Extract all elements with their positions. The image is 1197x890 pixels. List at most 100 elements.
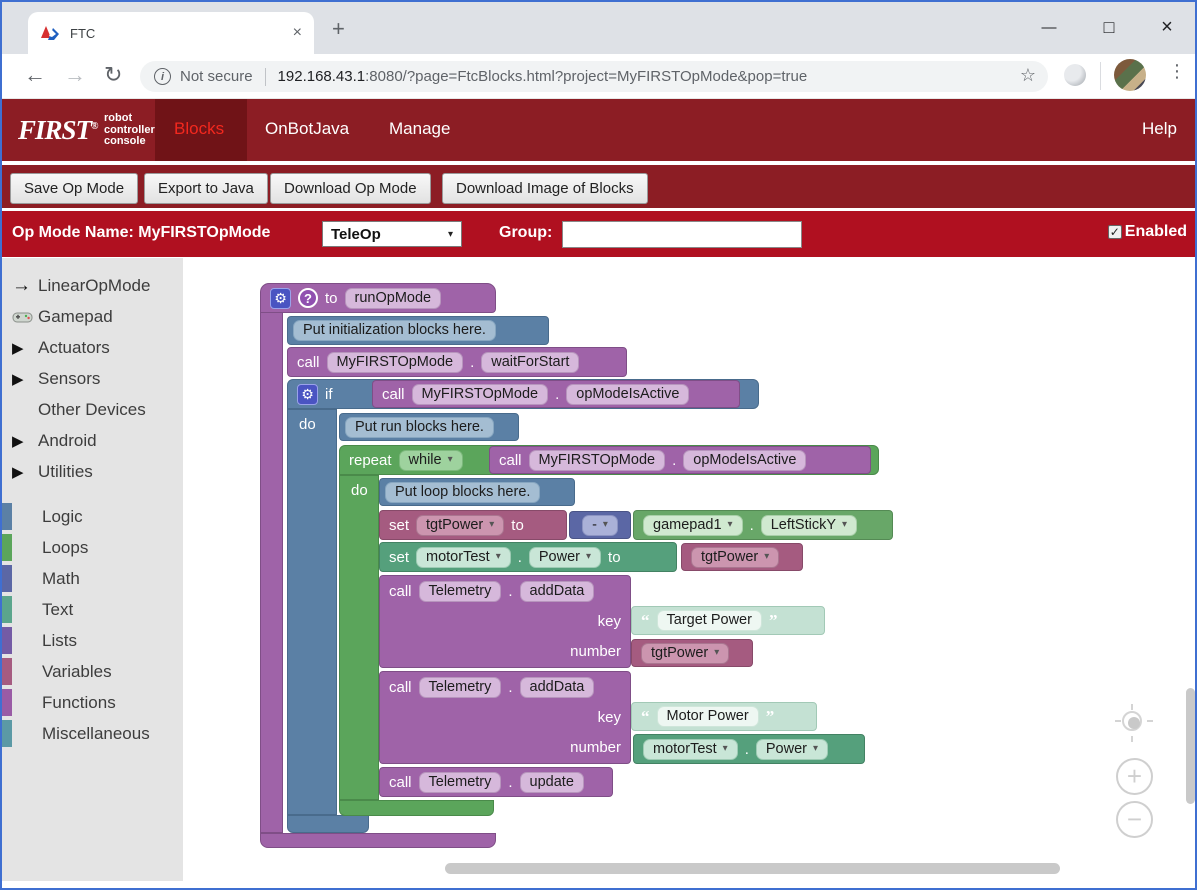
extension-icon[interactable] — [1064, 64, 1086, 86]
mutator-gear-icon[interactable]: ⚙ — [270, 288, 291, 309]
export-to-java-button[interactable]: Export to Java — [144, 173, 268, 204]
block-get-tgtpower-2[interactable]: tgtPower▾ — [631, 639, 753, 667]
toolbox-category-lists[interactable]: Lists — [2, 625, 183, 656]
motor-dropdown[interactable]: motorTest▾ — [643, 739, 738, 760]
method-field[interactable]: addData — [520, 677, 595, 698]
nav-onbotjava[interactable]: OnBotJava — [265, 119, 349, 139]
block-call-waitforstart[interactable]: call MyFIRSTOpMode . waitForStart — [287, 347, 627, 377]
toolbox-category-variables[interactable]: Variables — [2, 656, 183, 687]
toolbox-category-miscellaneous[interactable]: Miscellaneous — [2, 718, 183, 749]
close-tab-icon[interactable]: × — [293, 24, 302, 42]
block-telemetry-adddata-1[interactable]: call Telemetry . addData key number — [379, 575, 631, 668]
if-block-bottom[interactable] — [287, 815, 369, 833]
object-field[interactable]: MyFIRSTOpMode — [327, 352, 464, 373]
block-to-runopmode[interactable]: ⚙ ? to runOpMode — [260, 283, 496, 313]
gamepad-dropdown[interactable]: gamepad1▾ — [643, 515, 743, 536]
block-comment-run[interactable]: Put run blocks here. — [339, 413, 519, 441]
help-icon[interactable]: ? — [298, 288, 318, 308]
method-field[interactable]: opModeIsActive — [683, 450, 806, 471]
toolbox-item-linearopmode[interactable]: → LinearOpMode — [2, 270, 183, 301]
browser-tab[interactable]: FTC × — [28, 12, 314, 54]
back-icon[interactable]: ← — [24, 62, 46, 88]
object-field[interactable]: Telemetry — [419, 581, 502, 602]
object-field[interactable]: MyFIRSTOpMode — [529, 450, 666, 471]
negate-op-dropdown[interactable]: -▾ — [582, 515, 618, 536]
repeat-block-left-arm[interactable]: do — [339, 475, 379, 800]
toolbox-item-actuators[interactable]: ▶ Actuators — [2, 332, 183, 363]
reload-icon[interactable]: ↻ — [104, 62, 122, 88]
block-call-opmodeisactive-if[interactable]: call MyFIRSTOpMode . opModeIsActive — [372, 380, 740, 408]
method-field[interactable]: update — [520, 772, 584, 793]
mutator-gear-icon[interactable]: ⚙ — [297, 384, 318, 405]
horizontal-scrollbar[interactable] — [445, 863, 1060, 874]
url-bar[interactable]: i Not secure 192.168.43.1 :8080/?page=Ft… — [140, 61, 1048, 92]
download-image-button[interactable]: Download Image of Blocks — [442, 173, 648, 204]
block-get-tgtpower[interactable]: tgtPower▾ — [681, 543, 803, 571]
object-field[interactable]: MyFIRSTOpMode — [412, 384, 549, 405]
toolbox-item-android[interactable]: ▶ Android — [2, 425, 183, 456]
block-telemetry-update[interactable]: call Telemetry . update — [379, 767, 613, 797]
toolbox-category-functions[interactable]: Functions — [2, 687, 183, 718]
motor-dropdown[interactable]: motorTest▾ — [416, 547, 511, 568]
zoom-reset-target-icon[interactable] — [1115, 704, 1153, 742]
vertical-scrollbar[interactable] — [1186, 688, 1195, 804]
block-text-motor-power[interactable]: “ Motor Power ” — [631, 702, 817, 731]
toolbox-item-gamepad[interactable]: Gamepad — [2, 301, 183, 332]
save-opmode-button[interactable]: Save Op Mode — [10, 173, 138, 204]
nav-manage[interactable]: Manage — [389, 119, 450, 139]
block-comment-loop[interactable]: Put loop blocks here. — [379, 478, 575, 506]
nav-blocks[interactable]: Blocks — [174, 119, 224, 139]
block-call-opmodeisactive-while[interactable]: call MyFIRSTOpMode . opModeIsActive — [489, 446, 871, 474]
runopmode-block-left-arm[interactable] — [260, 312, 283, 833]
variable-dropdown[interactable]: tgtPower▾ — [641, 643, 729, 664]
comment-text-field[interactable]: Put initialization blocks here. — [293, 320, 496, 341]
download-opmode-button[interactable]: Download Op Mode — [270, 173, 431, 204]
close-window-icon[interactable]: × — [1150, 12, 1184, 42]
toolbox-category-text[interactable]: Text — [2, 594, 183, 625]
block-gamepad-leftsticky[interactable]: gamepad1▾ . LeftStickY▾ — [633, 510, 893, 540]
new-tab-icon[interactable]: + — [332, 16, 345, 42]
toolbox-item-sensors[interactable]: ▶ Sensors — [2, 363, 183, 394]
toolbox-category-loops[interactable]: Loops — [2, 532, 183, 563]
block-set-tgtpower[interactable]: set tgtPower▾ to — [379, 510, 567, 540]
method-field[interactable]: opModeIsActive — [566, 384, 689, 405]
nav-help[interactable]: Help — [1142, 119, 1177, 139]
object-field[interactable]: Telemetry — [419, 677, 502, 698]
enabled-checkbox[interactable]: ✓ — [1108, 225, 1122, 239]
repeat-mode-dropdown[interactable]: while▾ — [399, 450, 463, 471]
object-field[interactable]: Telemetry — [419, 772, 502, 793]
zoom-out-icon[interactable]: − — [1116, 801, 1153, 838]
method-field[interactable]: waitForStart — [481, 352, 579, 373]
bookmark-star-icon[interactable]: ☆ — [1020, 65, 1036, 86]
minimize-icon[interactable]: — — [1032, 12, 1066, 42]
text-field[interactable]: Motor Power — [657, 706, 759, 727]
property-dropdown[interactable]: Power▾ — [529, 547, 601, 568]
block-comment-init[interactable]: Put initialization blocks here. — [287, 316, 549, 345]
if-block-left-arm[interactable]: do — [287, 409, 337, 815]
toolbox-category-logic[interactable]: Logic — [2, 501, 183, 532]
function-name-field[interactable]: runOpMode — [345, 288, 442, 309]
property-dropdown[interactable]: LeftStickY▾ — [761, 515, 857, 536]
page-info-icon[interactable]: i — [154, 68, 171, 85]
opmode-type-select[interactable]: TeleOp ▾ — [322, 221, 462, 247]
block-get-motor-power[interactable]: motorTest▾ . Power▾ — [633, 734, 865, 764]
block-text-target-power[interactable]: “ Target Power ” — [631, 606, 825, 635]
profile-avatar[interactable] — [1114, 59, 1146, 91]
maximize-icon[interactable]: □ — [1092, 12, 1126, 42]
property-dropdown[interactable]: Power▾ — [756, 739, 828, 760]
runopmode-block-bottom[interactable] — [260, 833, 496, 848]
block-telemetry-adddata-2[interactable]: call Telemetry . addData key number — [379, 671, 631, 764]
method-field[interactable]: addData — [520, 581, 595, 602]
group-input[interactable] — [562, 221, 802, 248]
comment-text-field[interactable]: Put loop blocks here. — [385, 482, 540, 503]
comment-text-field[interactable]: Put run blocks here. — [345, 417, 494, 438]
block-set-motor-power[interactable]: set motorTest▾ . Power▾ to — [379, 542, 677, 572]
repeat-block-bottom[interactable] — [339, 800, 494, 816]
variable-dropdown[interactable]: tgtPower▾ — [691, 547, 779, 568]
toolbox-item-other-devices[interactable]: Other Devices — [2, 394, 183, 425]
block-negate[interactable]: -▾ — [569, 511, 631, 539]
zoom-in-icon[interactable]: + — [1116, 758, 1153, 795]
forward-icon[interactable]: → — [64, 62, 86, 88]
browser-menu-icon[interactable]: ⋮ — [1168, 61, 1186, 82]
variable-dropdown[interactable]: tgtPower▾ — [416, 515, 504, 536]
